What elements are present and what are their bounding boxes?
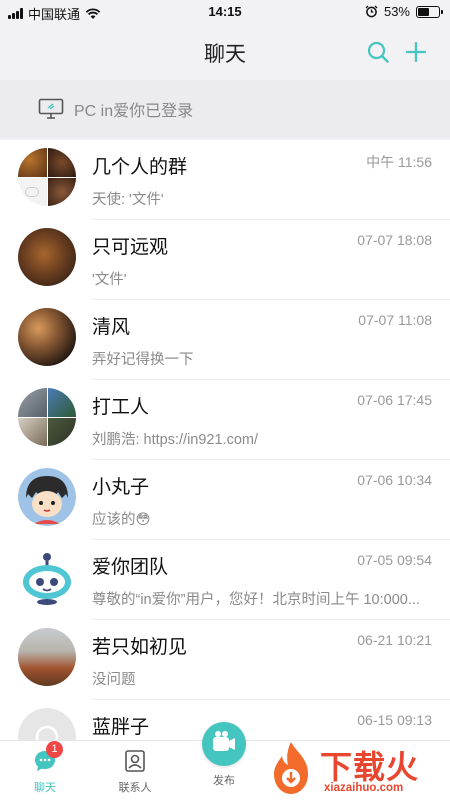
monitor-icon: [38, 98, 64, 119]
video-camera-icon: [213, 731, 235, 751]
tab-publish-label: 发布: [213, 775, 235, 787]
chat-preview: 尊敬的“in爱你”用户，您好！北京时间上午 10:000...: [92, 592, 420, 608]
group-avatar: [18, 148, 76, 206]
header: 聊天: [0, 24, 450, 80]
robot-avatar: [23, 553, 71, 605]
chat-preview: 没问题: [92, 672, 136, 688]
chat-name: 只可远观: [92, 237, 169, 258]
flame-logo-icon: [274, 742, 308, 794]
chat-name: 打工人: [92, 397, 150, 418]
chat-name: 若只如初见: [92, 637, 188, 658]
status-right: 53%: [365, 4, 443, 19]
chat-item[interactable]: 清风 07-07 11:08 弄好记得换一下: [0, 300, 450, 380]
battery-percent: 53%: [383, 4, 410, 19]
chat-time: 07-06 10:34: [357, 472, 432, 488]
contacts-icon: [125, 750, 145, 772]
chat-name: 小丸子: [92, 477, 150, 498]
chat-time: 07-06 17:45: [357, 392, 432, 408]
chat-time: 07-07 18:08: [357, 232, 432, 248]
chat-name: 几个人的群: [92, 157, 188, 178]
chat-preview: 应该的😳: [92, 512, 151, 528]
tab-chat[interactable]: 1 聊天: [0, 741, 90, 800]
plus-icon[interactable]: [404, 40, 428, 64]
chat-name: 爱你团队: [92, 557, 169, 578]
chat-name: 蓝胖子: [92, 717, 150, 738]
chat-item-group[interactable]: 打工人 07-06 17:45 刘鹏浩: https://in921.com/: [0, 380, 450, 460]
watermark-url: xiazaihuo.com: [324, 782, 404, 794]
tab-contacts[interactable]: 联系人: [90, 741, 180, 800]
chat-time: 07-05 09:54: [357, 552, 432, 568]
publish-button[interactable]: [202, 722, 246, 766]
status-bar: 中国联通 14:15 53%: [0, 0, 450, 24]
chat-time: 06-15 09:13: [357, 712, 432, 728]
default-avatar: [18, 708, 76, 740]
pc-login-banner[interactable]: PC in爱你已登录: [0, 80, 450, 138]
avatar: [18, 308, 76, 366]
avatar: [18, 468, 76, 526]
chat-preview: 刘鹏浩: https://in921.com/: [92, 432, 259, 448]
avatar: [18, 228, 76, 286]
chat-item-group[interactable]: 几个人的群 中午 11:56 天使: '文件': [0, 140, 450, 220]
chat-item[interactable]: 若只如初见 06-21 10:21 没问题: [0, 620, 450, 700]
tab-label: 联系人: [118, 782, 152, 794]
battery-fill: [418, 7, 429, 16]
chat-time: 07-07 11:08: [358, 312, 432, 328]
chat-item[interactable]: 小丸子 07-06 10:34 应该的😳: [0, 460, 450, 540]
battery-icon: [416, 5, 443, 18]
search-icon[interactable]: [366, 40, 390, 64]
chat-item[interactable]: 爱你团队 07-05 09:54 尊敬的“in爱你”用户，您好！北京时间上午 1…: [0, 540, 450, 620]
chat-list: 几个人的群 中午 11:56 天使: '文件' 只可远观 07-07 18:08…: [0, 140, 450, 740]
chat-item[interactable]: 只可远观 07-07 18:08 '文件': [0, 220, 450, 300]
chat-time: 中午 11:56: [366, 154, 432, 170]
chat-preview: 天使: '文件': [92, 192, 164, 208]
alarm-icon: [365, 5, 378, 18]
chat-name: 清风: [92, 317, 131, 338]
avatar: [18, 628, 76, 686]
tab-label: 聊天: [34, 782, 56, 794]
chat-time: 06-21 10:21: [357, 632, 432, 648]
watermark: 下载火 xiazaihuo.com: [262, 738, 450, 800]
chat-preview: 弄好记得换一下: [92, 352, 194, 368]
pc-login-text: PC in爱你已登录: [74, 103, 194, 120]
group-avatar: [18, 388, 76, 446]
unread-badge: 1: [46, 741, 63, 758]
chat-preview: '文件': [92, 272, 127, 288]
